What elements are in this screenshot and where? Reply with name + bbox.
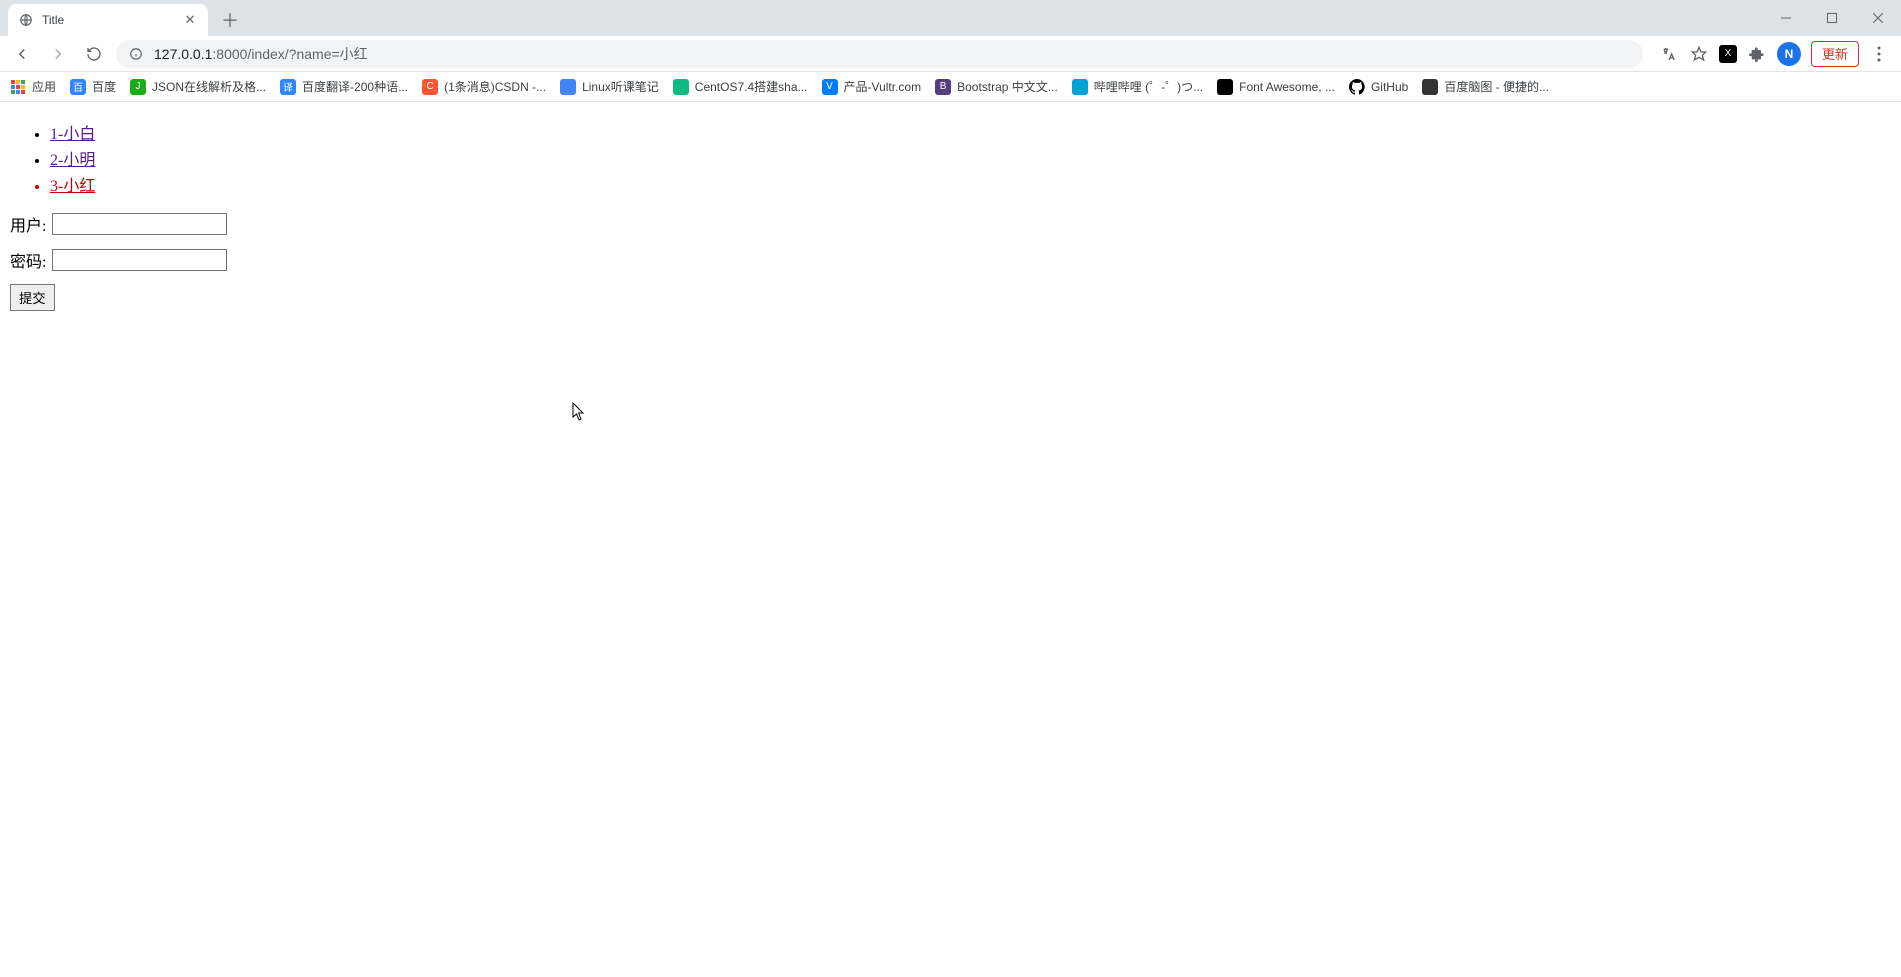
bookmark-item[interactable]: 译百度翻译-200种语... <box>280 78 408 95</box>
bookmark-favicon-icon <box>673 79 689 95</box>
bookmark-label: CentOS7.4搭建sha... <box>695 78 808 95</box>
list-item: 1-小白 <box>50 120 1891 144</box>
bookmark-item[interactable]: 百度脑图 - 便捷的... <box>1422 78 1549 95</box>
bookmark-label: Linux听课笔记 <box>582 78 659 95</box>
bookmark-label: Font Awesome, ... <box>1239 80 1335 94</box>
bookmark-item[interactable]: GitHub <box>1349 79 1408 95</box>
bookmark-label: Bootstrap 中文文... <box>957 78 1058 95</box>
minimize-icon[interactable] <box>1763 0 1809 36</box>
link-list: 1-小白 2-小明 3-小红 <box>10 120 1891 196</box>
bookmark-favicon-icon <box>1072 79 1088 95</box>
page-link[interactable]: 2-小明 <box>50 152 95 169</box>
profile-avatar[interactable]: N <box>1777 42 1801 66</box>
url-host: 127.0.0.1 <box>154 46 212 62</box>
bookmark-favicon-icon: C <box>422 79 438 95</box>
back-button[interactable] <box>8 40 36 68</box>
star-icon[interactable] <box>1689 44 1709 64</box>
toolbar: 127.0.0.1:8000/index/?name=小红 X N 更新 <box>0 36 1901 72</box>
bookmark-item[interactable]: Font Awesome, ... <box>1217 79 1335 95</box>
bookmark-favicon-icon: 百 <box>70 79 86 95</box>
tab-strip: Title ✕ ＋ <box>0 0 1901 36</box>
bookmark-favicon-icon <box>560 79 576 95</box>
bookmark-item[interactable]: 百百度 <box>70 78 116 95</box>
bookmark-label: 哔哩哔哩 (゜-゜)つ... <box>1094 78 1203 95</box>
reload-button[interactable] <box>80 40 108 68</box>
bookmark-label: 百度脑图 - 便捷的... <box>1444 78 1549 95</box>
close-window-icon[interactable] <box>1855 0 1901 36</box>
bookmark-favicon-icon <box>1422 79 1438 95</box>
bookmark-favicon-icon <box>1349 79 1365 95</box>
bookmark-favicon-icon: B <box>935 79 951 95</box>
bookmark-label: JSON在线解析及格... <box>152 78 266 95</box>
list-item: 2-小明 <box>50 146 1891 170</box>
browser-tab[interactable]: Title ✕ <box>8 4 208 36</box>
tab-title: Title <box>42 13 64 27</box>
list-item: 3-小红 <box>50 172 1891 196</box>
url-path: :8000/index/?name=小红 <box>212 44 367 64</box>
bookmark-label: (1条消息)CSDN -... <box>444 78 546 95</box>
page-link[interactable]: 1-小白 <box>50 126 95 143</box>
bookmark-item[interactable]: 哔哩哔哩 (゜-゜)つ... <box>1072 78 1203 95</box>
translate-icon[interactable] <box>1659 44 1679 64</box>
maximize-icon[interactable] <box>1809 0 1855 36</box>
page-link[interactable]: 3-小红 <box>50 178 95 195</box>
bookmark-favicon-icon: J <box>130 79 146 95</box>
bookmarks-bar: 应用百百度 J JSON在线解析及格... 译百度翻译-200种语... C (1条消息)… <box>0 72 1901 102</box>
bookmark-favicon-icon: 译 <box>280 79 296 95</box>
bookmark-item[interactable]: CentOS7.4搭建sha... <box>673 78 808 95</box>
password-input[interactable] <box>52 249 227 271</box>
bookmark-item[interactable]: B Bootstrap 中文文... <box>935 78 1058 95</box>
bookmark-label: 百度 <box>92 78 116 95</box>
new-tab-button[interactable]: ＋ <box>220 10 240 30</box>
forward-button[interactable] <box>44 40 72 68</box>
bookmark-item[interactable]: Linux听课笔记 <box>560 78 659 95</box>
bookmark-item[interactable]: C (1条消息)CSDN -... <box>422 78 546 95</box>
bookmark-label: 百度翻译-200种语... <box>302 78 408 95</box>
cursor-icon <box>572 402 586 422</box>
extension-icon[interactable]: X <box>1719 45 1737 63</box>
bookmark-label: GitHub <box>1371 80 1408 94</box>
bookmark-label: 产品-Vultr.com <box>844 78 922 95</box>
bookmark-item[interactable]: 应用 <box>10 78 56 95</box>
close-icon[interactable]: ✕ <box>182 12 198 28</box>
menu-icon[interactable] <box>1869 44 1889 64</box>
site-info-icon[interactable] <box>128 46 144 62</box>
submit-button[interactable]: 提交 <box>10 284 55 311</box>
update-button[interactable]: 更新 <box>1811 41 1859 67</box>
bookmark-item[interactable]: J JSON在线解析及格... <box>130 78 266 95</box>
password-label: 密码: <box>10 248 46 272</box>
page-content: 1-小白 2-小明 3-小红 用户: 密码: 提交 <box>0 102 1901 333</box>
bookmark-label: 应用 <box>32 78 56 95</box>
bookmark-item[interactable]: V 产品-Vultr.com <box>822 78 922 95</box>
user-input[interactable] <box>52 213 227 235</box>
user-label: 用户: <box>10 212 46 236</box>
bookmark-favicon-icon <box>1217 79 1233 95</box>
globe-icon <box>18 12 34 28</box>
extensions-icon[interactable] <box>1747 44 1767 64</box>
bookmark-favicon-icon: V <box>822 79 838 95</box>
address-bar[interactable]: 127.0.0.1:8000/index/?name=小红 <box>116 40 1643 68</box>
bookmark-favicon-icon <box>10 79 26 95</box>
